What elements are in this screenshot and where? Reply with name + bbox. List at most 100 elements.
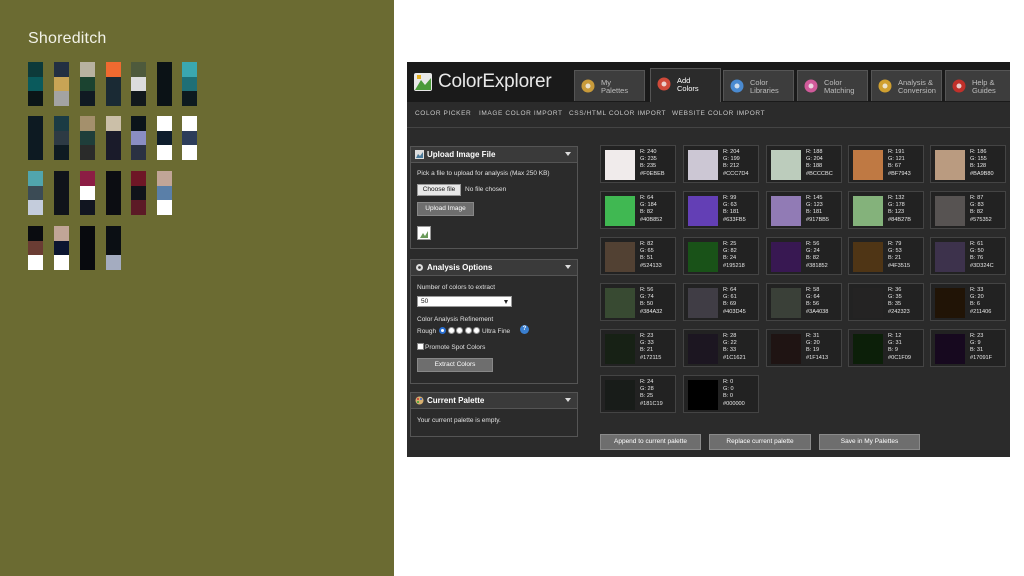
hex-value: #0C1F09 [888, 354, 912, 361]
refinement-radio[interactable] [447, 327, 455, 334]
color-swatch[interactable] [688, 334, 718, 364]
refinement-radio[interactable] [456, 327, 463, 334]
palette-swatch [54, 145, 69, 160]
current-palette-header[interactable]: Current Palette [411, 393, 577, 409]
tab-add-colors[interactable]: Add Colors [650, 68, 721, 102]
color-swatch-card[interactable]: R: 56 G: 74 B: 50 #384A32 [600, 283, 676, 321]
color-swatch[interactable] [688, 196, 718, 226]
color-swatch[interactable] [605, 196, 635, 226]
collapse-icon[interactable] [565, 398, 571, 402]
color-swatch[interactable] [688, 242, 718, 272]
color-swatch-card[interactable]: R: 36 G: 35 B: 35 #242323 [848, 283, 924, 321]
color-swatch[interactable] [771, 150, 801, 180]
palette-swatch [131, 130, 146, 145]
analysis-panel-header[interactable]: Analysis Options [411, 260, 577, 276]
color-swatch-card[interactable]: R: 64 G: 61 B: 69 #403D45 [683, 283, 759, 321]
color-swatch[interactable] [853, 196, 883, 226]
color-swatch-card[interactable]: R: 64 G: 184 B: 82 #40B852 [600, 191, 676, 229]
color-swatch[interactable] [853, 242, 883, 272]
color-swatch[interactable] [605, 242, 635, 272]
color-swatch[interactable] [935, 196, 965, 226]
refinement-radio[interactable] [464, 327, 472, 334]
image-preview-icon [417, 226, 431, 240]
color-values: R: 204 G: 199 B: 212 #CCC7D4 [723, 149, 749, 178]
color-swatch-card[interactable]: R: 24 G: 28 B: 25 #181C19 [600, 375, 676, 413]
color-swatch-card[interactable]: R: 23 G: 33 B: 21 #172115 [600, 329, 676, 367]
color-swatch-card[interactable]: R: 61 G: 50 B: 76 #3D324C [930, 237, 1006, 275]
subnav-color-picker[interactable]: COLOR PICKER [415, 110, 471, 117]
color-swatch-card[interactable]: R: 56 G: 24 B: 82 #381852 [766, 237, 842, 275]
color-swatch-card[interactable]: R: 82 G: 65 B: 51 #524133 [600, 237, 676, 275]
color-swatch-card[interactable]: R: 25 G: 82 B: 24 #195218 [683, 237, 759, 275]
color-swatch-card[interactable]: R: 31 G: 20 B: 19 #1F1413 [766, 329, 842, 367]
color-swatch-card[interactable]: R: 23 G: 9 B: 31 #17091F [930, 329, 1006, 367]
channel-value-b: B: 21 [640, 347, 654, 354]
save-palette-button[interactable]: Save in My Palettes [819, 434, 920, 450]
refinement-radio[interactable] [439, 327, 446, 334]
color-swatch-card[interactable]: R: 33 G: 20 B: 6 #211406 [930, 283, 1006, 321]
color-swatch-card[interactable]: R: 204 G: 199 B: 212 #CCC7D4 [683, 145, 759, 183]
color-swatch[interactable] [771, 242, 801, 272]
replace-palette-button[interactable]: Replace current palette [709, 434, 811, 450]
upload-image-button[interactable]: Upload Image [417, 202, 474, 216]
promote-spot-checkbox[interactable] [417, 343, 424, 350]
choose-file-button[interactable]: Choose file [417, 184, 461, 196]
color-swatch[interactable] [935, 334, 965, 364]
color-swatch-card[interactable]: R: 0 G: 0 B: 0 #000000 [683, 375, 759, 413]
color-swatch[interactable] [771, 288, 801, 318]
palette-strip [28, 116, 43, 160]
color-swatch[interactable] [935, 150, 965, 180]
color-swatch[interactable] [605, 150, 635, 180]
sub-navigation: COLOR PICKER IMAGE COLOR IMPORT CSS/HTML C… [407, 102, 1010, 128]
color-swatch-card[interactable]: R: 58 G: 64 B: 56 #3A4038 [766, 283, 842, 321]
channel-value-g: G: 20 [970, 294, 984, 301]
logo[interactable]: ColorExplorer [413, 71, 552, 93]
color-swatch-card[interactable]: R: 191 G: 121 B: 67 #BF7943 [848, 145, 924, 183]
color-swatch-card[interactable]: R: 87 G: 83 B: 82 #575352 [930, 191, 1006, 229]
subnav-image-color-import[interactable]: IMAGE COLOR IMPORT [479, 110, 563, 117]
collapse-icon[interactable] [565, 265, 571, 269]
subnav-css-html-color-import[interactable]: CSS/HTML COLOR IMPORT [569, 110, 666, 117]
tab-color-matching[interactable]: Color Matching [797, 70, 868, 101]
color-swatch[interactable] [605, 380, 635, 410]
color-swatch[interactable] [688, 380, 718, 410]
collapse-icon[interactable] [565, 152, 571, 156]
upload-panel-header[interactable]: Upload Image File [411, 147, 577, 163]
color-swatch-card[interactable]: R: 186 G: 155 B: 128 #BA9B80 [930, 145, 1006, 183]
color-swatch[interactable] [935, 242, 965, 272]
color-swatch-card[interactable]: R: 145 G: 123 B: 181 #917BB5 [766, 191, 842, 229]
color-swatch-card[interactable]: R: 240 G: 235 B: 235 #F0EBEB [600, 145, 676, 183]
palette-swatch [54, 255, 69, 270]
subnav-website-color-import[interactable]: WEBSITE COLOR IMPORT [672, 110, 765, 117]
channel-value-g: G: 155 [970, 156, 987, 163]
extract-colors-button[interactable]: Extract Colors [417, 358, 493, 372]
color-swatch-card[interactable]: R: 28 G: 22 B: 33 #1C1621 [683, 329, 759, 367]
color-swatch[interactable] [853, 150, 883, 180]
append-palette-button[interactable]: Append to current palette [600, 434, 701, 450]
color-swatch[interactable] [688, 150, 718, 180]
channel-value-b: B: 82 [970, 209, 984, 216]
color-swatch[interactable] [853, 334, 883, 364]
color-swatch[interactable] [771, 334, 801, 364]
color-swatch-card[interactable]: R: 132 G: 178 B: 123 #84B27B [848, 191, 924, 229]
color-swatch-card[interactable]: R: 99 G: 63 B: 181 #633FB5 [683, 191, 759, 229]
color-swatch[interactable] [605, 288, 635, 318]
color-swatch[interactable] [605, 334, 635, 364]
colors-count-select[interactable]: 50 [417, 296, 512, 307]
refinement-radio[interactable] [473, 327, 480, 334]
color-swatch[interactable] [688, 288, 718, 318]
tab-my-palettes[interactable]: My Palettes [574, 70, 645, 101]
tab-analysis-conversion[interactable]: Analysis & Conversion [871, 70, 942, 101]
color-swatch-card[interactable]: R: 79 G: 53 B: 21 #4F3515 [848, 237, 924, 275]
color-swatch-card[interactable]: R: 12 G: 31 B: 9 #0C1F09 [848, 329, 924, 367]
palette-swatch [54, 185, 69, 200]
color-swatch[interactable] [935, 288, 965, 318]
tab-help-guides[interactable]: Help & Guides [945, 70, 1010, 101]
help-icon[interactable]: ? [520, 325, 529, 334]
color-swatch[interactable] [853, 288, 883, 318]
palette-swatch [131, 200, 146, 215]
color-swatch-card[interactable]: R: 188 G: 204 B: 188 #BCCCBC [766, 145, 842, 183]
tab-color-libraries[interactable]: Color Libraries [723, 70, 794, 101]
color-values: R: 61 G: 50 B: 76 #3D324C [970, 241, 994, 270]
color-swatch[interactable] [771, 196, 801, 226]
